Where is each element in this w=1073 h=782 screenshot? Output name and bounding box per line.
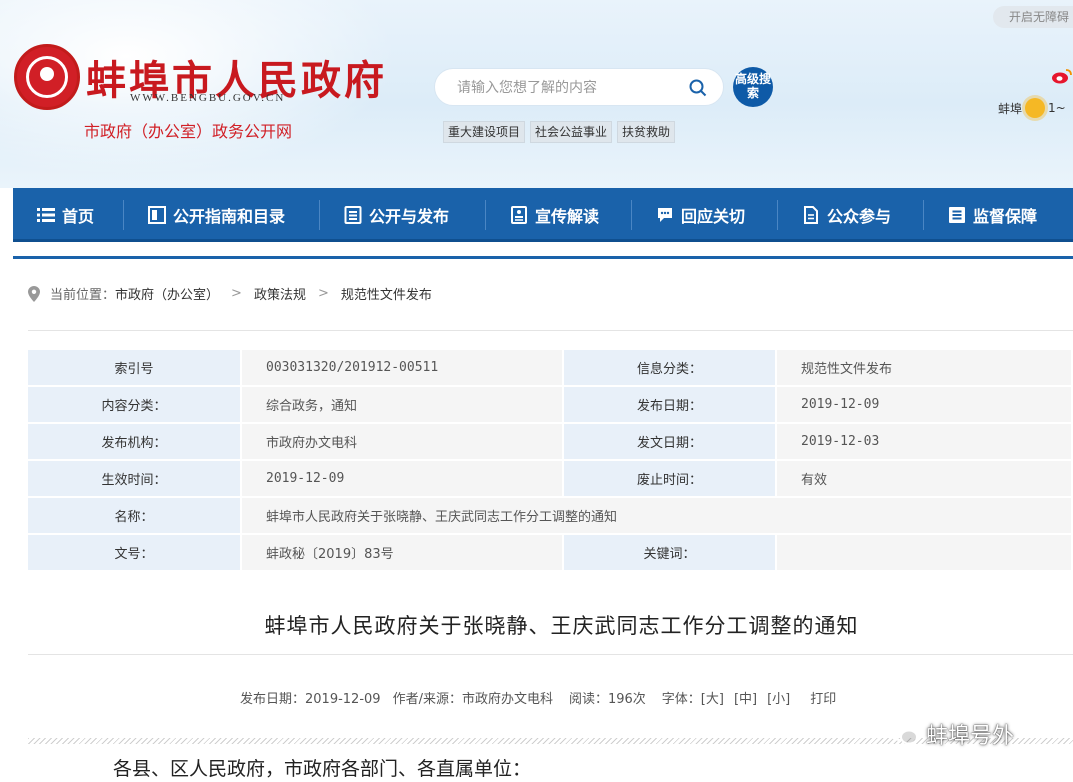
document-list-icon xyxy=(344,206,362,224)
nav-label-home: 首页 xyxy=(62,207,95,226)
doc-date-value: 2019-12-03 xyxy=(777,424,1073,461)
index-value: 003031320/201912-00511 xyxy=(242,350,564,387)
table-row: 生效时间： 2019-12-09 废止时间： 有效 xyxy=(28,461,1073,498)
wechat-icon xyxy=(889,723,918,745)
table-row: 文号： 蚌政秘〔2019〕83号 关键词： xyxy=(28,535,1073,572)
wechat-watermark: 蚌埠号外 xyxy=(888,718,1014,750)
content-class-label: 内容分类： xyxy=(28,387,242,424)
nav-item-response[interactable]: 回应关切 xyxy=(632,188,777,242)
name-label: 名称： xyxy=(28,498,242,535)
name-value: 蚌埠市人民政府关于张晓静、王庆武同志工作分工调整的通知 xyxy=(242,498,1073,535)
nav-label-disclosure-release: 公开与发布 xyxy=(369,207,450,226)
expire-value: 有效 xyxy=(777,461,1073,498)
breadcrumb-item-policy[interactable]: 政策法规 xyxy=(254,284,306,303)
book-icon xyxy=(148,206,166,224)
nav-item-disclosure-release[interactable]: 公开与发布 xyxy=(320,188,485,242)
table-row: 内容分类： 综合政务，通知 发布日期： 2019-12-09 xyxy=(28,387,1073,424)
hot-links: 重大建设项目 社会公益事业 扶贫救助 xyxy=(443,121,676,143)
issuer-label: 发布机构： xyxy=(28,424,242,461)
index-label: 索引号 xyxy=(28,350,242,387)
font-small-button[interactable]: [小] xyxy=(767,688,790,707)
nav-label-interpretation: 宣传解读 xyxy=(535,207,600,226)
nav-label-supervision: 监督保障 xyxy=(973,207,1038,226)
doc-no-value: 蚌政秘〔2019〕83号 xyxy=(242,535,564,572)
hot-link-major-projects[interactable]: 重大建设项目 xyxy=(443,121,526,143)
article-title: 蚌埠市人民政府关于张晓静、王庆武同志工作分工调整的通知 xyxy=(264,614,859,638)
breadcrumb-divider xyxy=(28,330,1073,331)
font-size-controls: 字体： [大] [中] [小] xyxy=(662,688,790,707)
breadcrumb-prefix: 当前位置： xyxy=(50,288,116,303)
article-meta: 发布日期：2019-12-09 作者/来源：市政府办文电科 阅读：196次 字体… xyxy=(240,688,836,707)
nav-label-public-participation: 公众参与 xyxy=(827,207,892,226)
meta-read-count: 阅读：196次 xyxy=(568,692,646,707)
watermark-text: 蚌埠号外 xyxy=(926,724,1015,749)
document-info-table: 索引号 003031320/201912-00511 信息分类： 规范性文件发布… xyxy=(28,350,1073,572)
nav-item-interpretation[interactable]: 宣传解读 xyxy=(486,188,631,242)
weather-city: 蚌埠 xyxy=(998,101,1023,116)
list-icon xyxy=(37,208,55,222)
font-medium-button[interactable]: [中] xyxy=(734,688,757,707)
search-box xyxy=(434,68,724,106)
nav-label-guide-directory: 公开指南和目录 xyxy=(173,207,286,226)
table-row: 发布机构： 市政府办文电科 发文日期： 2019-12-03 xyxy=(28,424,1073,461)
subsite-name[interactable]: 市政府（办公室）政务公开网 xyxy=(84,118,292,142)
content-top-border xyxy=(13,256,1073,259)
weibo-icon[interactable] xyxy=(1051,68,1073,84)
nav-item-supervision[interactable]: 监督保障 xyxy=(924,188,1064,242)
location-pin-icon xyxy=(28,285,40,302)
breadcrumb-separator: > xyxy=(317,286,329,301)
nav-item-home[interactable]: 首页 xyxy=(13,188,123,242)
nav-label-response: 回应关切 xyxy=(681,207,746,226)
nav-item-public-participation[interactable]: 公众参与 xyxy=(778,188,923,242)
doc-date-label: 发文日期： xyxy=(564,424,777,461)
table-row: 名称： 蚌埠市人民政府关于张晓静、王庆武同志工作分工调整的通知 xyxy=(28,498,1073,535)
site-url: WWW.BENGBU.GOV.CN xyxy=(130,92,286,104)
breadcrumb-item-office[interactable]: 市政府（办公室） xyxy=(115,284,219,303)
font-size-label: 字体： xyxy=(661,692,701,707)
print-button[interactable]: 打印 xyxy=(810,688,836,707)
breadcrumb: 当前位置： 市政府（办公室） > 政策法规 > 规范性文件发布 xyxy=(28,284,432,303)
doc-no-label: 文号： xyxy=(28,535,242,572)
publish-date-value: 2019-12-09 xyxy=(777,387,1073,424)
table-row: 索引号 003031320/201912-00511 信息分类： 规范性文件发布 xyxy=(28,350,1073,387)
content-class-value: 综合政务，通知 xyxy=(242,387,564,424)
site-header: 蚌埠市人民政府 WWW.BENGBU.GOV.CN 市政府（办公室）政务公开网 … xyxy=(0,0,1073,188)
menu-icon xyxy=(949,207,965,223)
effective-label: 生效时间： xyxy=(28,461,242,498)
search-input[interactable] xyxy=(457,78,677,98)
meta-publish-date: 发布日期：2019-12-09 xyxy=(240,692,381,707)
bengbu-emblem-logo[interactable] xyxy=(14,44,80,110)
category-label: 信息分类： xyxy=(564,350,777,387)
sunny-icon xyxy=(1025,98,1046,118)
keywords-value xyxy=(777,535,1073,572)
meta-author-source: 作者/来源：市政府办文电科 xyxy=(392,692,553,707)
article-body-first-line: 各县、区人民政府，市政府各部门、各直属单位： xyxy=(113,758,532,780)
main-nav: 首页 公开指南和目录 公开与发布 宣传解读 回应关切 公众参与 监督保障 xyxy=(13,188,1073,242)
search-icon[interactable] xyxy=(689,79,707,97)
accessibility-toggle[interactable]: 开启无障碍 xyxy=(993,6,1073,28)
weather-widget: 蚌埠 1~ xyxy=(998,98,1066,118)
issuer-value: 市政府办文电科 xyxy=(242,424,564,461)
title-divider xyxy=(28,654,1073,655)
advanced-search-button[interactable]: 高级搜索 xyxy=(733,67,773,107)
expire-label: 废止时间： xyxy=(564,461,777,498)
breadcrumb-item-normative-docs[interactable]: 规范性文件发布 xyxy=(341,284,432,303)
hot-link-poverty-relief[interactable]: 扶贫救助 xyxy=(617,121,676,143)
hot-link-public-welfare[interactable]: 社会公益事业 xyxy=(530,121,613,143)
edit-document-icon xyxy=(804,206,818,224)
nav-item-guide-directory[interactable]: 公开指南和目录 xyxy=(124,188,319,242)
publish-date-label: 发布日期： xyxy=(564,387,777,424)
keywords-label: 关键词： xyxy=(564,535,777,572)
effective-value: 2019-12-09 xyxy=(242,461,564,498)
chat-icon xyxy=(658,208,672,222)
category-value: 规范性文件发布 xyxy=(777,350,1073,387)
breadcrumb-separator: > xyxy=(231,286,242,301)
font-large-button[interactable]: [大] xyxy=(701,688,724,707)
document-icon xyxy=(511,206,527,224)
weather-temperature: 1~ xyxy=(1048,101,1066,115)
